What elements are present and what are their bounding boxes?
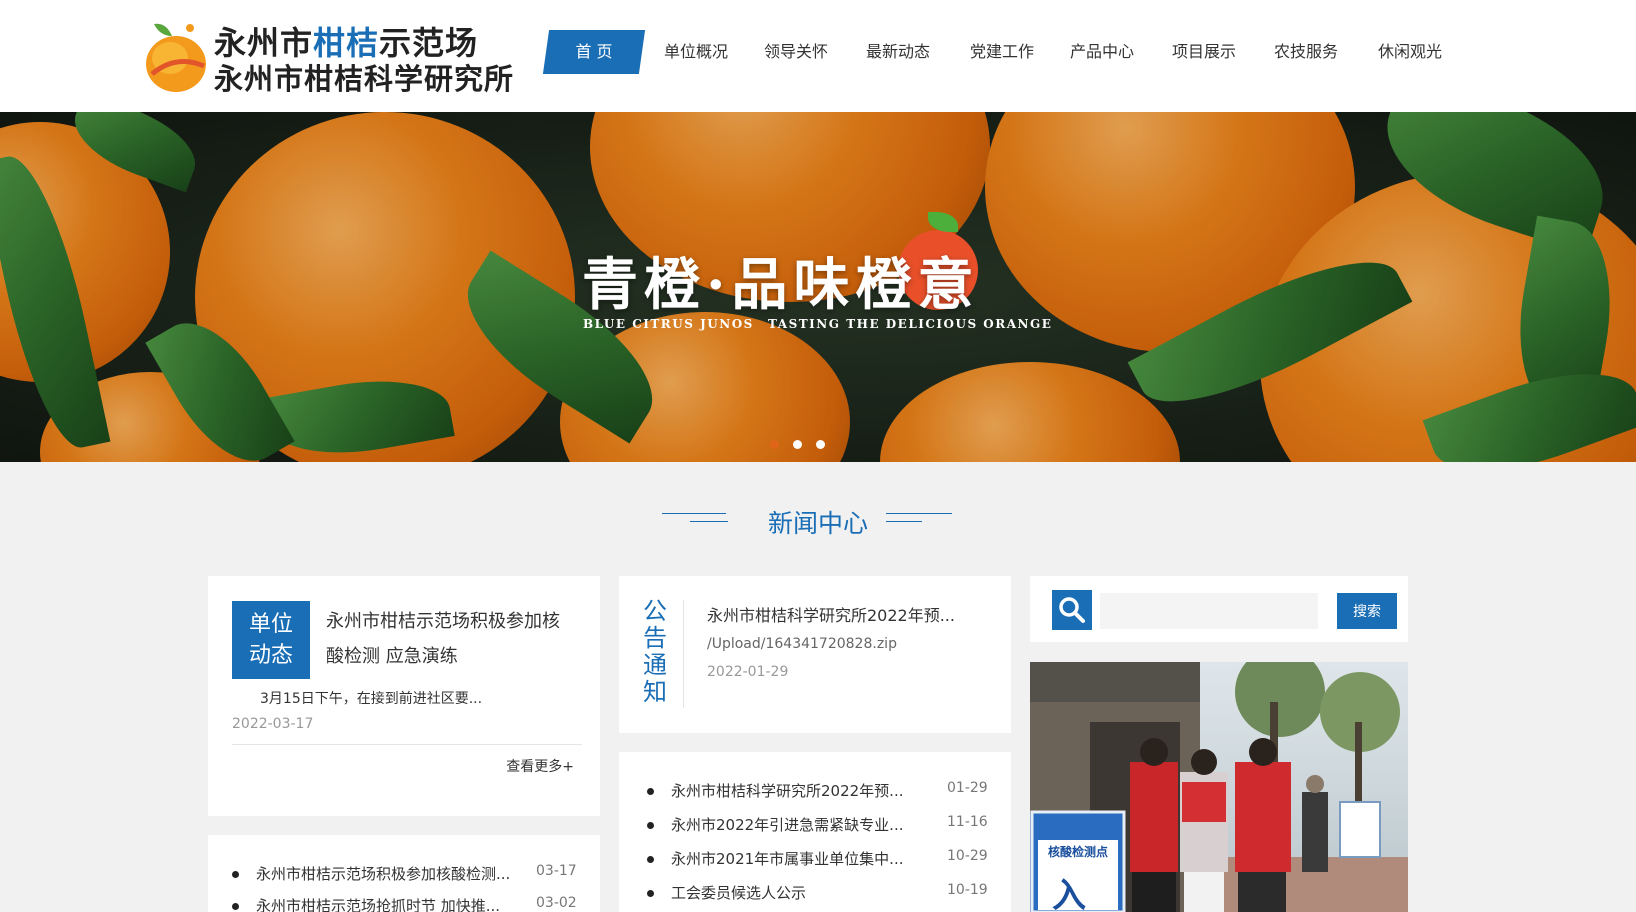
- bullet-icon: [647, 788, 654, 795]
- carousel-dot-2[interactable]: [816, 440, 825, 449]
- list-item-date: 10-19: [947, 882, 988, 898]
- list-item[interactable]: 永州市2021年市属事业单位集中... 10-29: [619, 848, 1011, 872]
- list-item-date: 01-29: [947, 780, 988, 796]
- search-icon[interactable]: [1052, 590, 1092, 630]
- notice-date: 2022-01-29: [707, 664, 789, 680]
- banner-slogan: 青橙·品味橙意: [582, 252, 980, 318]
- unit-news-list: 永州市柑桔示范场积极参加核酸检测... 03-17 永州市柑桔示范场抢抓时节 加快推…: [208, 835, 600, 912]
- list-item[interactable]: 工会委员候选人公示 10-19: [619, 882, 1011, 906]
- sign-arrow: 入: [1052, 876, 1086, 912]
- nav-item-3[interactable]: 最新动态: [858, 30, 938, 74]
- carousel-dot-0[interactable]: [770, 440, 779, 449]
- notice-attachment-link[interactable]: /Upload/164341720828.zip: [707, 636, 897, 652]
- divider: [232, 744, 582, 745]
- hero-banner: 青橙·品味橙意 BLUE CITRUS JUNOS TASTING THE DE…: [0, 112, 1636, 462]
- unit-news-badge: 单位 动态: [232, 601, 310, 679]
- list-item[interactable]: 永州市柑桔示范场抢抓时节 加快推... 03-02: [208, 895, 600, 912]
- list-item-title[interactable]: 永州市柑桔示范场抢抓时节 加快推...: [256, 895, 500, 912]
- list-item-date: 03-17: [536, 863, 577, 879]
- notice-list: 永州市柑桔科学研究所2022年预... 01-29 永州市2022年引进急需紧缺专业…: [619, 752, 1011, 912]
- divider: [683, 600, 684, 708]
- title-decoration-right: [886, 513, 952, 514]
- list-item-date: 10-29: [947, 848, 988, 864]
- notice-card: 公告通知 永州市柑桔科学研究所2022年预... /Upload/1643417…: [619, 576, 1011, 733]
- section-title: 新闻中心: [767, 509, 868, 538]
- list-item-date: 03-02: [536, 895, 577, 911]
- bullet-icon: [647, 822, 654, 829]
- notice-label-char: 通: [643, 651, 667, 679]
- list-item[interactable]: 永州市2022年引进急需紧缺专业... 11-16: [619, 814, 1011, 838]
- bullet-icon: [647, 890, 654, 897]
- nav-item-8[interactable]: 休闲观光: [1370, 30, 1450, 74]
- search-button[interactable]: 搜索: [1337, 593, 1397, 629]
- bullet-icon: [232, 903, 239, 910]
- bullet-icon: [647, 856, 654, 863]
- list-item-title[interactable]: 永州市2022年引进急需紧缺专业...: [671, 814, 903, 835]
- nav-item-2[interactable]: 领导关怀: [756, 30, 836, 74]
- unit-news-summary: 3月15日下午，在接到前进社区要...: [260, 691, 483, 707]
- nav-item-0[interactable]: 首 页: [546, 30, 642, 74]
- unit-news-date: 2022-03-17: [232, 716, 314, 732]
- orange-logo-icon: [146, 23, 206, 92]
- notice-label-char: 告: [643, 624, 667, 652]
- title-decoration-left-short: [690, 521, 728, 522]
- site-logo[interactable]: 永州市柑桔示范场 永州市柑桔科学研究所: [140, 12, 520, 96]
- photo-illustration: [1030, 662, 1408, 912]
- news-photo[interactable]: 核酸检测点 入: [1030, 662, 1408, 912]
- notice-label-char: 知: [643, 678, 667, 706]
- unit-news-card: 单位 动态 永州市柑桔示范场积极参加核酸检测 应急演练 3月15日下午，在接到前…: [208, 576, 600, 816]
- notice-label: 公告通知: [643, 598, 667, 706]
- nav-item-4[interactable]: 党建工作: [962, 30, 1042, 74]
- sign-text: 核酸检测点: [1047, 845, 1108, 859]
- title-decoration-left: [662, 513, 726, 514]
- news-center-header: 新闻中心: [0, 500, 1636, 540]
- list-item[interactable]: 永州市柑桔科学研究所2022年预... 01-29: [619, 780, 1011, 804]
- bullet-icon: [232, 871, 239, 878]
- list-item[interactable]: 永州市柑桔示范场积极参加核酸检测... 03-17: [208, 863, 600, 887]
- notice-label-char: 公: [643, 597, 667, 625]
- banner-slogan-en-right: TASTING THE DELICIOUS ORANGE: [768, 317, 1053, 331]
- nav-item-5[interactable]: 产品中心: [1062, 30, 1142, 74]
- nav-item-7[interactable]: 农技服务: [1266, 30, 1346, 74]
- notice-headline[interactable]: 永州市柑桔科学研究所2022年预...: [707, 602, 955, 626]
- search-input[interactable]: [1100, 593, 1318, 629]
- title-decoration-right-short: [886, 521, 922, 522]
- list-item-title[interactable]: 永州市柑桔示范场积极参加核酸检测...: [256, 863, 510, 884]
- view-more-link[interactable]: 查看更多+: [506, 756, 574, 776]
- site-header: 永州市柑桔示范场 永州市柑桔科学研究所 首 页单位概况 领导关怀 最新动态 党建工作产…: [0, 0, 1636, 112]
- unit-news-headline[interactable]: 永州市柑桔示范场积极参加核酸检测 应急演练: [326, 604, 576, 674]
- list-item-date: 11-16: [947, 814, 988, 830]
- list-item-title[interactable]: 永州市2021年市属事业单位集中...: [671, 848, 903, 869]
- search-card: 搜索: [1030, 576, 1408, 642]
- nav-item-1[interactable]: 单位概况: [656, 30, 736, 74]
- nav-item-6[interactable]: 项目展示: [1164, 30, 1244, 74]
- carousel-dot-1[interactable]: [793, 440, 802, 449]
- list-item-title[interactable]: 永州市柑桔科学研究所2022年预...: [671, 780, 903, 801]
- banner-slogan-en-left: BLUE CITRUS JUNOS: [583, 317, 754, 331]
- list-item-title[interactable]: 工会委员候选人公示: [671, 882, 806, 903]
- logo-title-line2: 永州市柑桔科学研究所: [214, 62, 515, 96]
